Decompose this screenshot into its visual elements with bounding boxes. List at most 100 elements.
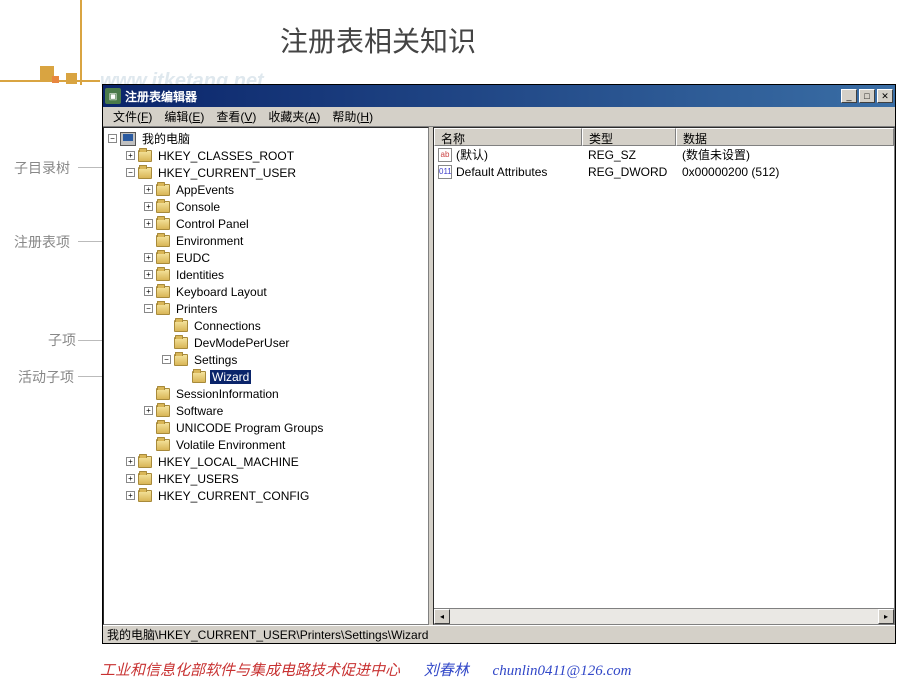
expander-icon[interactable]: + (144, 185, 153, 194)
tree-node[interactable]: + Console (106, 198, 426, 215)
tree-node[interactable]: Connections (106, 317, 426, 334)
tree-node[interactable]: Environment (106, 232, 426, 249)
tree-node[interactable]: + AppEvents (106, 181, 426, 198)
footer-author: 刘春林 (424, 663, 469, 679)
value-data: 0x00000200 (512) (676, 165, 894, 179)
tree-panel[interactable]: − 我的电脑 + HKEY_CLASSES_ROOT − HKEY_CURRENT_USE… (103, 127, 429, 625)
col-header-type[interactable]: 类型 (582, 128, 676, 146)
folder-icon (138, 490, 152, 502)
node-label[interactable]: SessionInformation (174, 387, 281, 401)
scroll-track[interactable] (450, 609, 878, 624)
app-icon: ▣ (105, 88, 121, 104)
expander-icon[interactable]: − (108, 134, 117, 143)
expander-icon[interactable]: − (162, 355, 171, 364)
node-label[interactable]: Volatile Environment (174, 438, 287, 452)
value-row[interactable]: 011Default AttributesREG_DWORD0x00000200… (434, 163, 894, 180)
node-label[interactable]: Settings (192, 353, 239, 367)
tree-node[interactable]: Volatile Environment (106, 436, 426, 453)
node-label[interactable]: HKEY_CLASSES_ROOT (156, 149, 296, 163)
label-registry-keys: 注册表项 (14, 232, 70, 252)
expander-icon[interactable]: + (126, 151, 135, 160)
expander-icon[interactable]: + (144, 219, 153, 228)
node-label[interactable]: Wizard (210, 370, 251, 384)
node-label[interactable]: HKEY_CURRENT_CONFIG (156, 489, 311, 503)
folder-icon (192, 371, 206, 383)
expander-icon[interactable]: + (126, 491, 135, 500)
col-header-data[interactable]: 数据 (676, 128, 894, 146)
node-label[interactable]: HKEY_USERS (156, 472, 241, 486)
node-label[interactable]: Environment (174, 234, 245, 248)
tree-node[interactable]: + Identities (106, 266, 426, 283)
expander-icon[interactable]: + (126, 457, 135, 466)
footer-org: 工业和信息化部软件与集成电路技术促进中心 (100, 663, 400, 679)
expander-icon[interactable]: + (144, 406, 153, 415)
node-label[interactable]: HKEY_LOCAL_MACHINE (156, 455, 301, 469)
node-label[interactable]: UNICODE Program Groups (174, 421, 325, 435)
expander-icon[interactable]: + (144, 270, 153, 279)
label-subtree: 子目录树 (14, 158, 70, 178)
close-button[interactable]: ✕ (877, 89, 893, 103)
folder-icon (156, 439, 170, 451)
slide-footer: 工业和信息化部软件与集成电路技术促进中心 刘春林 chunlin0411@126… (100, 659, 820, 680)
col-header-name[interactable]: 名称 (434, 128, 582, 146)
menu-v[interactable]: 查看(V) (210, 106, 262, 127)
node-label[interactable]: Console (174, 200, 222, 214)
tree-node[interactable]: + Control Panel (106, 215, 426, 232)
menu-a[interactable]: 收藏夹(A) (262, 106, 326, 127)
node-label[interactable]: HKEY_CURRENT_USER (156, 166, 298, 180)
tree-node[interactable]: − Settings (106, 351, 426, 368)
tree-node[interactable]: − Printers (106, 300, 426, 317)
scroll-right-button[interactable]: ▸ (878, 609, 894, 624)
tree-node[interactable]: + HKEY_CURRENT_CONFIG (106, 487, 426, 504)
titlebar[interactable]: ▣ 注册表编辑器 _ □ ✕ (103, 85, 895, 107)
node-label[interactable]: Control Panel (174, 217, 251, 231)
tree-node[interactable]: UNICODE Program Groups (106, 419, 426, 436)
tree-node[interactable]: Wizard (106, 368, 426, 385)
tree-node[interactable]: + Software (106, 402, 426, 419)
value-name: Default Attributes (456, 165, 547, 179)
label-active-subkey: 活动子项 (18, 367, 74, 387)
value-type-icon: ab (438, 148, 452, 162)
expander-icon[interactable]: + (144, 202, 153, 211)
scrollbar-horizontal[interactable]: ◂ ▸ (434, 608, 894, 624)
menu-e[interactable]: 编辑(E) (158, 106, 210, 127)
node-label[interactable]: DevModePerUser (192, 336, 291, 350)
regedit-window: ▣ 注册表编辑器 _ □ ✕ 文件(F)编辑(E)查看(V)收藏夹(A)帮助(H… (102, 84, 896, 644)
list-body[interactable]: ab(默认)REG_SZ(数值未设置)011Default Attributes… (434, 146, 894, 608)
value-name: (默认) (456, 146, 488, 163)
node-label[interactable]: Connections (192, 319, 263, 333)
expander-icon[interactable]: − (126, 168, 135, 177)
minimize-button[interactable]: _ (841, 89, 857, 103)
expander-icon[interactable]: − (144, 304, 153, 313)
node-label[interactable]: Software (174, 404, 225, 418)
value-type-icon: 011 (438, 165, 452, 179)
expander-icon[interactable]: + (126, 474, 135, 483)
tree-node[interactable]: − HKEY_CURRENT_USER (106, 164, 426, 181)
tree-node[interactable]: + HKEY_LOCAL_MACHINE (106, 453, 426, 470)
tree-node[interactable]: + Keyboard Layout (106, 283, 426, 300)
scroll-left-button[interactable]: ◂ (434, 609, 450, 624)
tree-node[interactable]: SessionInformation (106, 385, 426, 402)
tree-node[interactable]: DevModePerUser (106, 334, 426, 351)
node-label[interactable]: AppEvents (174, 183, 236, 197)
tree-node[interactable]: + EUDC (106, 249, 426, 266)
slide-decoration (0, 0, 85, 85)
tree-node[interactable]: + HKEY_USERS (106, 470, 426, 487)
expander-icon[interactable]: + (144, 287, 153, 296)
tree-node[interactable]: + HKEY_CLASSES_ROOT (106, 147, 426, 164)
node-label[interactable]: Identities (174, 268, 226, 282)
value-row[interactable]: ab(默认)REG_SZ(数值未设置) (434, 146, 894, 163)
menu-h[interactable]: 帮助(H) (326, 106, 379, 127)
node-label[interactable]: Keyboard Layout (174, 285, 269, 299)
folder-icon (138, 456, 152, 468)
folder-icon (156, 422, 170, 434)
tree-root[interactable]: − 我的电脑 (106, 130, 426, 147)
expander-icon[interactable]: + (144, 253, 153, 262)
node-label[interactable]: 我的电脑 (140, 130, 192, 147)
node-label[interactable]: Printers (174, 302, 219, 316)
node-label[interactable]: EUDC (174, 251, 212, 265)
menu-f[interactable]: 文件(F) (107, 106, 158, 127)
folder-icon (174, 320, 188, 332)
maximize-button[interactable]: □ (859, 89, 875, 103)
folder-icon (156, 252, 170, 264)
